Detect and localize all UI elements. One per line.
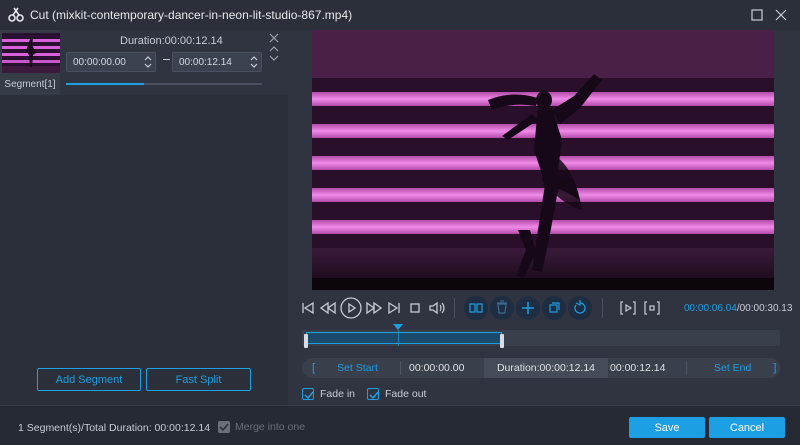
segment-progress-bar [66, 83, 262, 85]
timeline-end-handle[interactable] [500, 334, 504, 348]
segment-thumbnail [2, 33, 60, 73]
fast-split-button[interactable]: Fast Split [146, 368, 251, 391]
fade-in-label: Fade in [320, 388, 356, 400]
plus-icon [522, 302, 534, 314]
end-time-value: 00:00:12.14 [610, 362, 666, 374]
close-icon[interactable] [772, 6, 790, 24]
merge-label: Merge into one [235, 421, 306, 433]
title-bar: Cut (mixkit-contemporary-dancer-in-neon-… [0, 0, 800, 30]
segment-start-time-value: 00:00:00.00 [73, 56, 126, 68]
segments-summary: 1 Segment(s)/Total Duration: 00:00:12.14 [18, 422, 211, 434]
set-range-bar: [ Set Start 00:00:00.00 Duration:00:00:1… [302, 358, 780, 378]
fade-out-label: Fade out [385, 388, 427, 400]
scissors-logo-icon [8, 7, 24, 22]
timeline-start-handle[interactable] [304, 334, 308, 348]
set-end-button[interactable]: Set End [714, 362, 751, 374]
bracket-close: ] [773, 362, 777, 374]
time-range-dash [163, 59, 170, 60]
chevron-up-icon[interactable] [269, 45, 279, 53]
reset-icon [574, 300, 586, 314]
video-preview[interactable] [312, 30, 774, 290]
fade-in-checkbox[interactable] [302, 388, 314, 400]
end-time-field[interactable]: 00:00:12.14 [610, 358, 665, 378]
stop-segment-icon[interactable] [642, 298, 662, 318]
segment-time-editor: Duration:00:00:12.14 00:00:00.00 00:00:1… [60, 30, 288, 95]
playback-controls: 00:00:06.04/00:00:30.13 [288, 296, 800, 320]
set-start-group: [ Set Start [312, 358, 378, 378]
merge-checkbox[interactable] [218, 421, 230, 433]
stop-icon[interactable] [405, 298, 425, 318]
separator [686, 361, 687, 375]
bracket-open: [ [312, 362, 316, 374]
copy-icon [549, 302, 560, 313]
add-button[interactable] [516, 296, 540, 320]
duration-value: Duration:00:00:12.14 [496, 362, 596, 374]
checkmark-icon [304, 391, 314, 400]
trash-icon [497, 300, 507, 314]
skip-to-end-icon[interactable] [384, 298, 404, 318]
checkmark-icon [219, 423, 229, 432]
fade-out-option[interactable]: Fade out [367, 387, 426, 401]
separator [400, 361, 401, 375]
separator [454, 298, 455, 318]
fade-in-option[interactable]: Fade in [302, 387, 355, 401]
save-button[interactable]: Save [629, 417, 705, 438]
chevron-down-icon[interactable] [269, 54, 279, 62]
delete-button[interactable] [490, 296, 514, 320]
segment-start-time-field[interactable]: 00:00:00.00 [66, 52, 156, 72]
segment-end-time-field[interactable]: 00:00:12.14 [172, 52, 262, 72]
segment-label: Segment[1] [4, 79, 56, 90]
separator [602, 298, 603, 318]
timeline-selection[interactable] [304, 332, 504, 348]
start-time-value: 00:00:00.00 [409, 362, 465, 374]
close-icon[interactable] [269, 33, 279, 43]
start-time-field[interactable]: 00:00:00.00 [409, 358, 464, 378]
window-title: Cut (mixkit-contemporary-dancer-in-neon-… [30, 8, 353, 22]
copy-button[interactable] [542, 296, 566, 320]
set-end-group: Set End ] [714, 358, 776, 378]
set-start-button[interactable]: Set Start [337, 362, 378, 374]
volume-icon[interactable] [427, 298, 447, 318]
checkmark-icon [369, 391, 379, 400]
playhead-line [398, 330, 399, 346]
spinner-icon[interactable] [143, 54, 153, 70]
fast-forward-icon[interactable] [364, 298, 384, 318]
segment-item[interactable]: Segment[1] Duration:00:00:12.14 00:00:00… [0, 30, 288, 95]
duration-display: Duration:00:00:12.14 [484, 358, 608, 378]
play-icon[interactable] [339, 296, 363, 320]
add-segment-button[interactable]: Add Segment [37, 368, 141, 391]
time-readout: 00:00:06.04/00:00:30.13 [684, 303, 792, 314]
spinner-icon[interactable] [249, 54, 259, 70]
maximize-icon[interactable] [748, 6, 766, 24]
player-panel: 00:00:06.04/00:00:30.13 [ Set Start 00:0… [288, 30, 800, 405]
play-segment-icon[interactable] [618, 298, 638, 318]
footer-bar: 1 Segment(s)/Total Duration: 00:00:12.14… [0, 405, 800, 445]
fade-out-checkbox[interactable] [367, 388, 379, 400]
reset-button[interactable] [568, 296, 592, 320]
segment-panel: Segment[1] Duration:00:00:12.14 00:00:00… [0, 30, 288, 405]
rewind-icon[interactable] [318, 298, 338, 318]
current-time: 00:00:06.04 [684, 303, 737, 314]
total-time: /00:00:30.13 [736, 303, 793, 314]
segment-end-time-value: 00:00:12.14 [179, 56, 232, 68]
segment-duration: Duration:00:00:12.14 [120, 35, 223, 47]
segment-progress-fill [66, 83, 145, 85]
merge-option[interactable]: Merge into one [218, 421, 305, 433]
skip-to-start-icon[interactable] [298, 298, 318, 318]
cancel-button[interactable]: Cancel [709, 417, 785, 438]
timeline-track[interactable] [302, 324, 780, 348]
split-icon [469, 303, 483, 313]
split-button[interactable] [464, 296, 488, 320]
